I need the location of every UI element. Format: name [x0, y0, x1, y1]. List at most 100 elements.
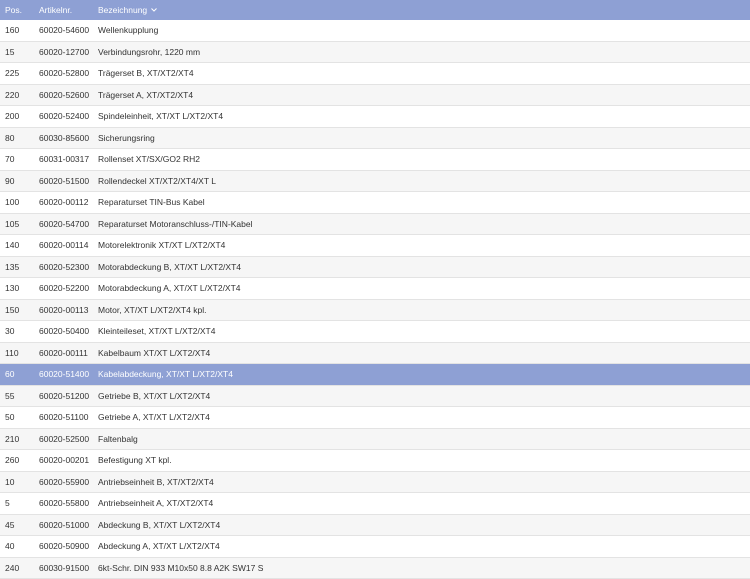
- table-row[interactable]: 22060020-52600Trägerset A, XT/XT2/XT4: [0, 85, 750, 107]
- cell-pos: 60: [0, 369, 34, 379]
- cell-bezeichnung: Motorabdeckung A, XT/XT L/XT2/XT4: [93, 283, 750, 293]
- table-row[interactable]: 20060020-52400Spindeleinheit, XT/XT L/XT…: [0, 106, 750, 128]
- table-row[interactable]: 3060020-50400Kleinteileset, XT/XT L/XT2/…: [0, 321, 750, 343]
- table-row[interactable]: 22560020-52800Trägerset B, XT/XT2/XT4: [0, 63, 750, 85]
- cell-artikelnr: 60020-12700: [34, 47, 93, 57]
- table-row[interactable]: 16060020-54600Wellenkupplung: [0, 20, 750, 42]
- cell-artikelnr: 60020-54600: [34, 25, 93, 35]
- table-row[interactable]: 26060020-00201Befestigung XT kpl.: [0, 450, 750, 472]
- table-body: 16060020-54600Wellenkupplung1560020-1270…: [0, 20, 750, 579]
- cell-pos: 15: [0, 47, 34, 57]
- cell-artikelnr: 60020-51200: [34, 391, 93, 401]
- cell-bezeichnung: Spindeleinheit, XT/XT L/XT2/XT4: [93, 111, 750, 121]
- cell-bezeichnung: Befestigung XT kpl.: [93, 455, 750, 465]
- table-row[interactable]: 5060020-51100Getriebe A, XT/XT L/XT2/XT4: [0, 407, 750, 429]
- cell-artikelnr: 60031-00317: [34, 154, 93, 164]
- cell-artikelnr: 60020-00113: [34, 305, 93, 315]
- table-row[interactable]: 21060020-52500Faltenbalg: [0, 429, 750, 451]
- table-row[interactable]: 10560020-54700Reparaturset Motoranschlus…: [0, 214, 750, 236]
- header-bezeichnung-label: Bezeichnung: [98, 5, 147, 15]
- cell-pos: 10: [0, 477, 34, 487]
- table-row[interactable]: 1560020-12700Verbindungsrohr, 1220 mm: [0, 42, 750, 64]
- cell-pos: 100: [0, 197, 34, 207]
- header-artikelnr[interactable]: Artikelnr.: [34, 5, 93, 15]
- cell-pos: 30: [0, 326, 34, 336]
- cell-bezeichnung: Getriebe B, XT/XT L/XT2/XT4: [93, 391, 750, 401]
- table-row[interactable]: 7060031-00317Rollenset XT/SX/GO2 RH2: [0, 149, 750, 171]
- header-bezeichnung[interactable]: Bezeichnung: [93, 5, 750, 15]
- table-header: Pos. Artikelnr. Bezeichnung: [0, 0, 750, 20]
- cell-pos: 160: [0, 25, 34, 35]
- cell-artikelnr: 60020-00201: [34, 455, 93, 465]
- cell-bezeichnung: Sicherungsring: [93, 133, 750, 143]
- cell-bezeichnung: Kabelabdeckung, XT/XT L/XT2/XT4: [93, 369, 750, 379]
- cell-bezeichnung: Verbindungsrohr, 1220 mm: [93, 47, 750, 57]
- cell-pos: 110: [0, 348, 34, 358]
- table-row[interactable]: 15060020-00113Motor, XT/XT L/XT2/XT4 kpl…: [0, 300, 750, 322]
- cell-pos: 200: [0, 111, 34, 121]
- cell-artikelnr: 60020-52200: [34, 283, 93, 293]
- cell-pos: 5: [0, 498, 34, 508]
- cell-artikelnr: 60020-54700: [34, 219, 93, 229]
- table-row[interactable]: 560020-55800Antriebseinheit A, XT/XT2/XT…: [0, 493, 750, 515]
- cell-pos: 45: [0, 520, 34, 530]
- table-row[interactable]: 24060030-915006kt-Schr. DIN 933 M10x50 8…: [0, 558, 750, 579]
- cell-pos: 220: [0, 90, 34, 100]
- header-pos[interactable]: Pos.: [0, 5, 34, 15]
- table-row[interactable]: 4560020-51000Abdeckung B, XT/XT L/XT2/XT…: [0, 515, 750, 537]
- cell-bezeichnung: Wellenkupplung: [93, 25, 750, 35]
- cell-bezeichnung: Motor, XT/XT L/XT2/XT4 kpl.: [93, 305, 750, 315]
- table-row[interactable]: 5560020-51200Getriebe B, XT/XT L/XT2/XT4: [0, 386, 750, 408]
- cell-artikelnr: 60020-51400: [34, 369, 93, 379]
- cell-bezeichnung: Rollenset XT/SX/GO2 RH2: [93, 154, 750, 164]
- cell-pos: 55: [0, 391, 34, 401]
- cell-bezeichnung: Trägerset B, XT/XT2/XT4: [93, 68, 750, 78]
- table-row[interactable]: 13060020-52200Motorabdeckung A, XT/XT L/…: [0, 278, 750, 300]
- cell-pos: 40: [0, 541, 34, 551]
- cell-artikelnr: 60020-52300: [34, 262, 93, 272]
- cell-bezeichnung: Antriebseinheit A, XT/XT2/XT4: [93, 498, 750, 508]
- cell-bezeichnung: Antriebseinheit B, XT/XT2/XT4: [93, 477, 750, 487]
- table-row[interactable]: 1060020-55900Antriebseinheit B, XT/XT2/X…: [0, 472, 750, 494]
- cell-bezeichnung: Trägerset A, XT/XT2/XT4: [93, 90, 750, 100]
- cell-artikelnr: 60020-00114: [34, 240, 93, 250]
- cell-artikelnr: 60020-00112: [34, 197, 93, 207]
- cell-artikelnr: 60020-52400: [34, 111, 93, 121]
- cell-pos: 50: [0, 412, 34, 422]
- cell-pos: 225: [0, 68, 34, 78]
- table-row[interactable]: 4060020-50900Abdeckung A, XT/XT L/XT2/XT…: [0, 536, 750, 558]
- table-row[interactable]: 6060020-51400Kabelabdeckung, XT/XT L/XT2…: [0, 364, 750, 386]
- table-row[interactable]: 9060020-51500Rollendeckel XT/XT2/XT4/XT …: [0, 171, 750, 193]
- cell-bezeichnung: Abdeckung A, XT/XT L/XT2/XT4: [93, 541, 750, 551]
- cell-bezeichnung: Faltenbalg: [93, 434, 750, 444]
- cell-bezeichnung: Kleinteileset, XT/XT L/XT2/XT4: [93, 326, 750, 336]
- cell-bezeichnung: Motorelektronik XT/XT L/XT2/XT4: [93, 240, 750, 250]
- cell-pos: 90: [0, 176, 34, 186]
- table-row[interactable]: 13560020-52300Motorabdeckung B, XT/XT L/…: [0, 257, 750, 279]
- cell-artikelnr: 60020-51500: [34, 176, 93, 186]
- table-row[interactable]: 8060030-85600Sicherungsring: [0, 128, 750, 150]
- cell-bezeichnung: 6kt-Schr. DIN 933 M10x50 8.8 A2K SW17 S: [93, 563, 750, 573]
- cell-artikelnr: 60020-52600: [34, 90, 93, 100]
- cell-artikelnr: 60020-55900: [34, 477, 93, 487]
- cell-artikelnr: 60020-00111: [34, 348, 93, 358]
- cell-pos: 105: [0, 219, 34, 229]
- cell-artikelnr: 60030-85600: [34, 133, 93, 143]
- cell-artikelnr: 60020-51100: [34, 412, 93, 422]
- cell-pos: 210: [0, 434, 34, 444]
- cell-pos: 240: [0, 563, 34, 573]
- chevron-down-icon: [151, 7, 157, 14]
- table-row[interactable]: 11060020-00111Kabelbaum XT/XT L/XT2/XT4: [0, 343, 750, 365]
- cell-pos: 260: [0, 455, 34, 465]
- cell-artikelnr: 60020-55800: [34, 498, 93, 508]
- cell-artikelnr: 60030-91500: [34, 563, 93, 573]
- table-row[interactable]: 10060020-00112Reparaturset TIN-Bus Kabel: [0, 192, 750, 214]
- table-row[interactable]: 14060020-00114Motorelektronik XT/XT L/XT…: [0, 235, 750, 257]
- cell-artikelnr: 60020-50400: [34, 326, 93, 336]
- cell-bezeichnung: Rollendeckel XT/XT2/XT4/XT L: [93, 176, 750, 186]
- parts-table: Pos. Artikelnr. Bezeichnung 16060020-546…: [0, 0, 750, 579]
- cell-bezeichnung: Abdeckung B, XT/XT L/XT2/XT4: [93, 520, 750, 530]
- cell-artikelnr: 60020-50900: [34, 541, 93, 551]
- cell-bezeichnung: Motorabdeckung B, XT/XT L/XT2/XT4: [93, 262, 750, 272]
- cell-pos: 80: [0, 133, 34, 143]
